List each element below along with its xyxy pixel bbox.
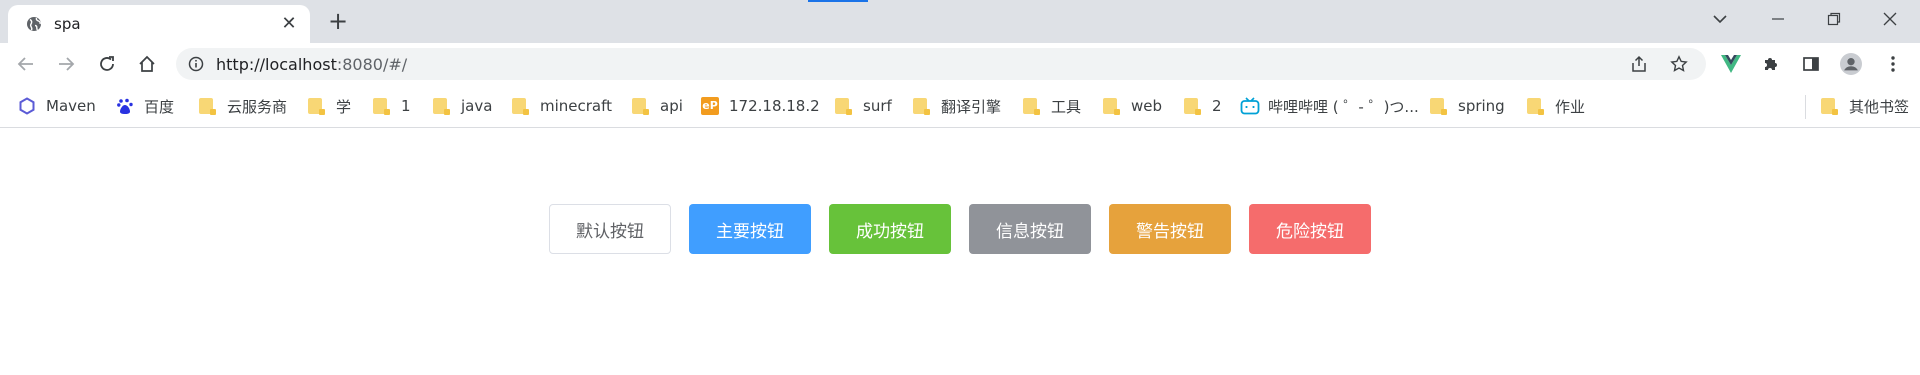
bookmark-label: 作业 [1555,97,1586,116]
bookmark-label: 工具 [1051,97,1082,116]
chevron-down-icon[interactable] [1703,6,1737,32]
bookmark-folder-web[interactable]: web [1103,95,1162,117]
tabstrip-accent [808,0,868,2]
bookmark-label: 2 [1212,97,1222,115]
restore-icon[interactable] [1817,6,1851,32]
bookmark-label: 云服务商 [227,97,288,116]
puzzle-icon[interactable] [1760,53,1782,75]
reload-icon[interactable] [93,50,121,78]
globe-icon [26,16,42,32]
url-host: http://localhost [216,55,337,74]
folder-icon [1821,98,1838,115]
bookmark-label: 学 [336,97,352,116]
share-icon[interactable] [1630,55,1648,73]
url-rest: :8080/#/ [336,55,408,74]
bookmark-label: spring [1458,97,1505,115]
bookmark-maven[interactable]: Maven [18,95,96,117]
success-button[interactable]: 成功按钮 [829,204,951,254]
bookmark-label: 百度 [144,97,175,116]
profile-icon[interactable] [1840,53,1862,75]
ep-icon: eP [701,97,719,115]
tab-strip: spa ✕ + [0,0,1920,43]
close-icon[interactable] [1873,6,1907,32]
folder-icon [1184,98,1201,115]
baidu-icon [116,97,134,115]
bookmark-folder-java[interactable]: java [433,95,492,117]
folder-icon [632,98,649,115]
bookmark-folder-other[interactable]: 其他书签 [1821,95,1909,117]
folder-icon [308,98,325,115]
maven-icon [18,97,36,115]
danger-button[interactable]: 危险按钮 [1249,204,1371,254]
bookmark-folder-xue[interactable]: 学 [308,95,351,117]
tab-close-icon[interactable]: ✕ [280,15,298,33]
bookmarks-divider [1805,95,1806,119]
forward-arrow-icon[interactable] [52,50,80,78]
bookmark-folder-spring[interactable]: spring [1430,95,1505,117]
bookmark-folder-1[interactable]: 1 [373,95,411,117]
address-bar[interactable]: http://localhost:8080/#/ [176,48,1706,80]
browser-window: spa ✕ + http://localhost:8080/#/ Maven 百… [0,0,1920,375]
bookmark-folder-api[interactable]: api [632,95,683,117]
bookmark-folder-gongju[interactable]: 工具 [1023,95,1081,117]
default-button[interactable]: 默认按钮 [549,204,671,254]
bookmark-label: 翻译引擎 [941,97,1002,116]
new-tab-button[interactable]: + [326,9,350,33]
tab-spa[interactable]: spa ✕ [8,5,310,43]
bookmark-bilibili[interactable]: 哔哩哔哩 ( ゜- ゜)つ... [1240,95,1419,117]
bookmark-folder-fanyi[interactable]: 翻译引擎 [913,95,1001,117]
bookmark-folder-yunfuwushang[interactable]: 云服务商 [199,95,287,117]
vue-devtools-icon[interactable] [1720,53,1742,75]
folder-icon [512,98,529,115]
folder-icon [1023,98,1040,115]
primary-button[interactable]: 主要按钮 [689,204,811,254]
bookmark-folder-zuoye[interactable]: 作业 [1527,95,1585,117]
toolbar: http://localhost:8080/#/ [0,43,1920,85]
tab-title: spa [54,15,81,33]
bookmark-folder-minecraft[interactable]: minecraft [512,95,612,117]
folder-icon [433,98,450,115]
bookmark-172-18-18-2[interactable]: eP 172.18.18.2 [701,95,820,117]
bookmark-label: 哔哩哔哩 ( ゜- ゜)つ... [1268,97,1419,116]
bookmark-label: web [1131,97,1163,115]
side-panel-icon[interactable] [1800,53,1822,75]
info-icon[interactable] [188,56,204,72]
more-icon[interactable] [1882,53,1904,75]
bookmark-label: 172.18.18.2 [729,97,820,115]
warning-button[interactable]: 警告按钮 [1109,204,1231,254]
back-arrow-icon[interactable] [12,50,40,78]
bookmark-folder-surf[interactable]: surf [835,95,892,117]
bookmark-folder-2[interactable]: 2 [1184,95,1222,117]
bookmark-label: minecraft [540,97,613,115]
folder-icon [1430,98,1447,115]
bilibili-icon [1240,97,1260,115]
folder-icon [913,98,930,115]
bookmark-label: api [660,97,683,115]
bookmark-label: 其他书签 [1849,97,1910,116]
info-button[interactable]: 信息按钮 [969,204,1091,254]
star-icon[interactable] [1670,55,1688,73]
folder-icon [373,98,390,115]
bookmarks-bar: Maven 百度 云服务商 学 1 java minecraft api eP … [0,85,1920,128]
url-text[interactable]: http://localhost:8080/#/ [216,55,407,74]
folder-icon [199,98,216,115]
bookmark-label: surf [863,97,892,115]
bookmark-label: java [461,97,493,115]
bookmark-label: 1 [401,97,411,115]
bookmark-baidu[interactable]: 百度 [116,95,174,117]
bookmark-label: Maven [46,97,96,115]
minimize-icon[interactable] [1761,6,1795,32]
folder-icon [1103,98,1120,115]
home-icon[interactable] [133,50,161,78]
page-content: 默认按钮 主要按钮 成功按钮 信息按钮 警告按钮 危险按钮 [0,128,1920,375]
folder-icon [835,98,852,115]
folder-icon [1527,98,1544,115]
